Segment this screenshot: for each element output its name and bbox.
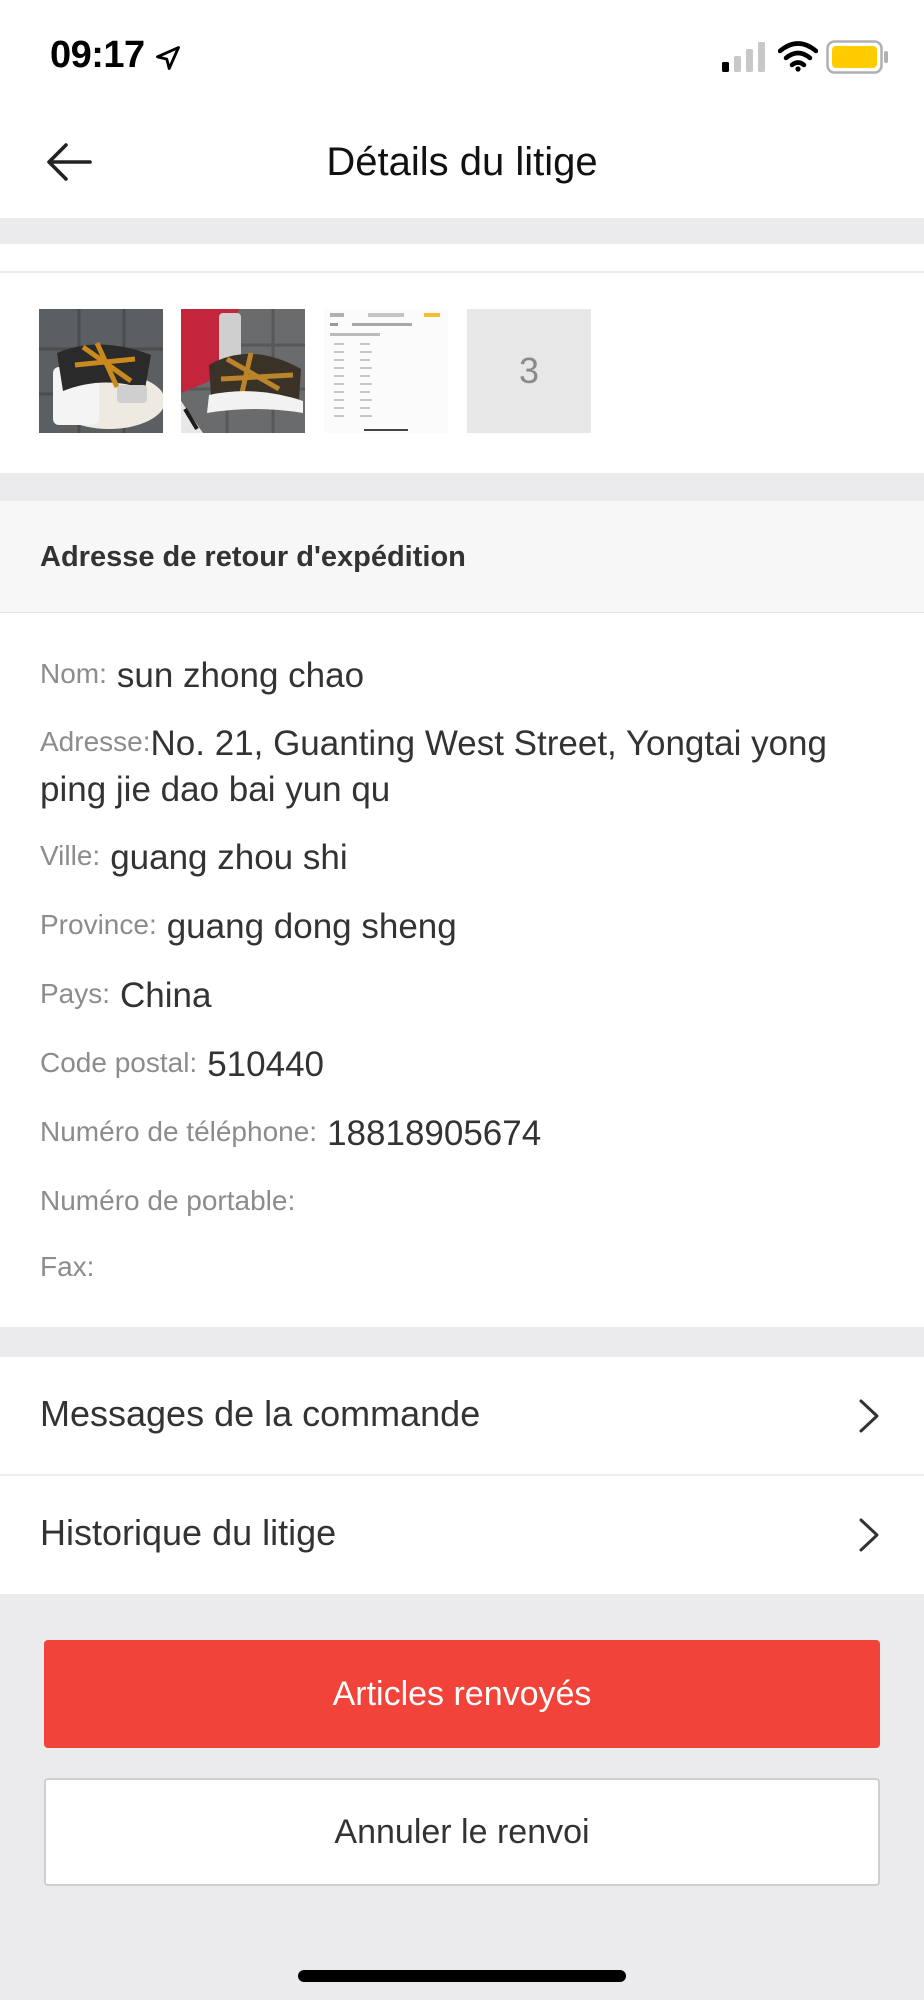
section-title: Adresse de retour d'expédition [40,541,466,573]
action-panel: Articles renvoyés Annuler le renvoi [0,1594,924,2000]
field-label: Adresse: [40,726,151,757]
address-row-province: Province: guang dong sheng [40,902,864,950]
photo-thumbnail[interactable] [324,309,448,433]
return-address-header: Adresse de retour d'expédition [0,501,924,613]
section-divider [0,1327,924,1357]
field-label: Numéro de téléphone: [40,1116,318,1147]
home-indicator [298,1970,626,1982]
address-row-city: Ville: guang zhou shi [40,833,864,881]
address-row-street: Adresse:No. 21, Guanting West Street, Yo… [40,719,864,813]
field-value: guang dong sheng [166,907,457,946]
address-row-country: Pays: China [40,971,864,1019]
content-strip [0,244,924,272]
field-label: Numéro de portable: [40,1185,296,1216]
returned-items-button[interactable]: Articles renvoyés [44,1640,880,1748]
status-time: 09:17 [50,34,145,76]
nav-bar: Détails du litige [0,110,924,218]
signal-icon [722,42,765,72]
dispute-history-row[interactable]: Historique du litige [0,1476,924,1594]
evidence-photos: 3 [0,273,924,473]
battery-icon [826,40,888,74]
address-row-postal-code: Code postal: 510440 [40,1040,864,1088]
cancel-return-button[interactable]: Annuler le renvoi [44,1778,880,1886]
order-messages-row[interactable]: Messages de la commande [0,1357,924,1475]
chevron-right-icon [859,1518,879,1552]
chevron-right-icon [859,1399,879,1433]
field-value: sun zhong chao [116,656,365,695]
photo-thumbnail[interactable] [181,309,305,433]
order-messages-label: Messages de la commande [40,1393,481,1434]
location-arrow-icon [156,46,180,70]
field-label: Nom: [40,658,107,689]
more-photos-count[interactable]: 3 [467,309,591,433]
field-value: 510440 [207,1045,325,1084]
section-divider [0,218,924,244]
field-value: 18818905674 [327,1114,542,1153]
photo-thumbnail[interactable] [39,309,163,433]
field-label: Code postal: [40,1047,198,1078]
dispute-history-label: Historique du litige [40,1512,337,1553]
status-bar: 09:17 [0,0,924,110]
field-value: No. 21, Guanting West Street, Yongtai yo… [40,724,827,809]
field-value: China [120,976,212,1015]
field-value: guang zhou shi [110,838,348,877]
address-row-phone: Numéro de téléphone: 18818905674 [40,1109,864,1157]
address-row-mobile: Numéro de portable: [40,1178,864,1226]
address-row-name: Nom: sun zhong chao [40,651,864,699]
address-row-fax: Fax: [40,1244,864,1292]
field-label: Ville: [40,840,101,871]
field-label: Pays: [40,978,111,1009]
field-label: Province: [40,909,157,940]
field-label: Fax: [40,1251,95,1282]
section-divider [0,473,924,501]
page-title: Détails du litige [326,140,598,184]
wifi-icon [778,41,818,72]
return-address-details: Nom: sun zhong chao Adresse:No. 21, Guant… [0,613,924,1327]
